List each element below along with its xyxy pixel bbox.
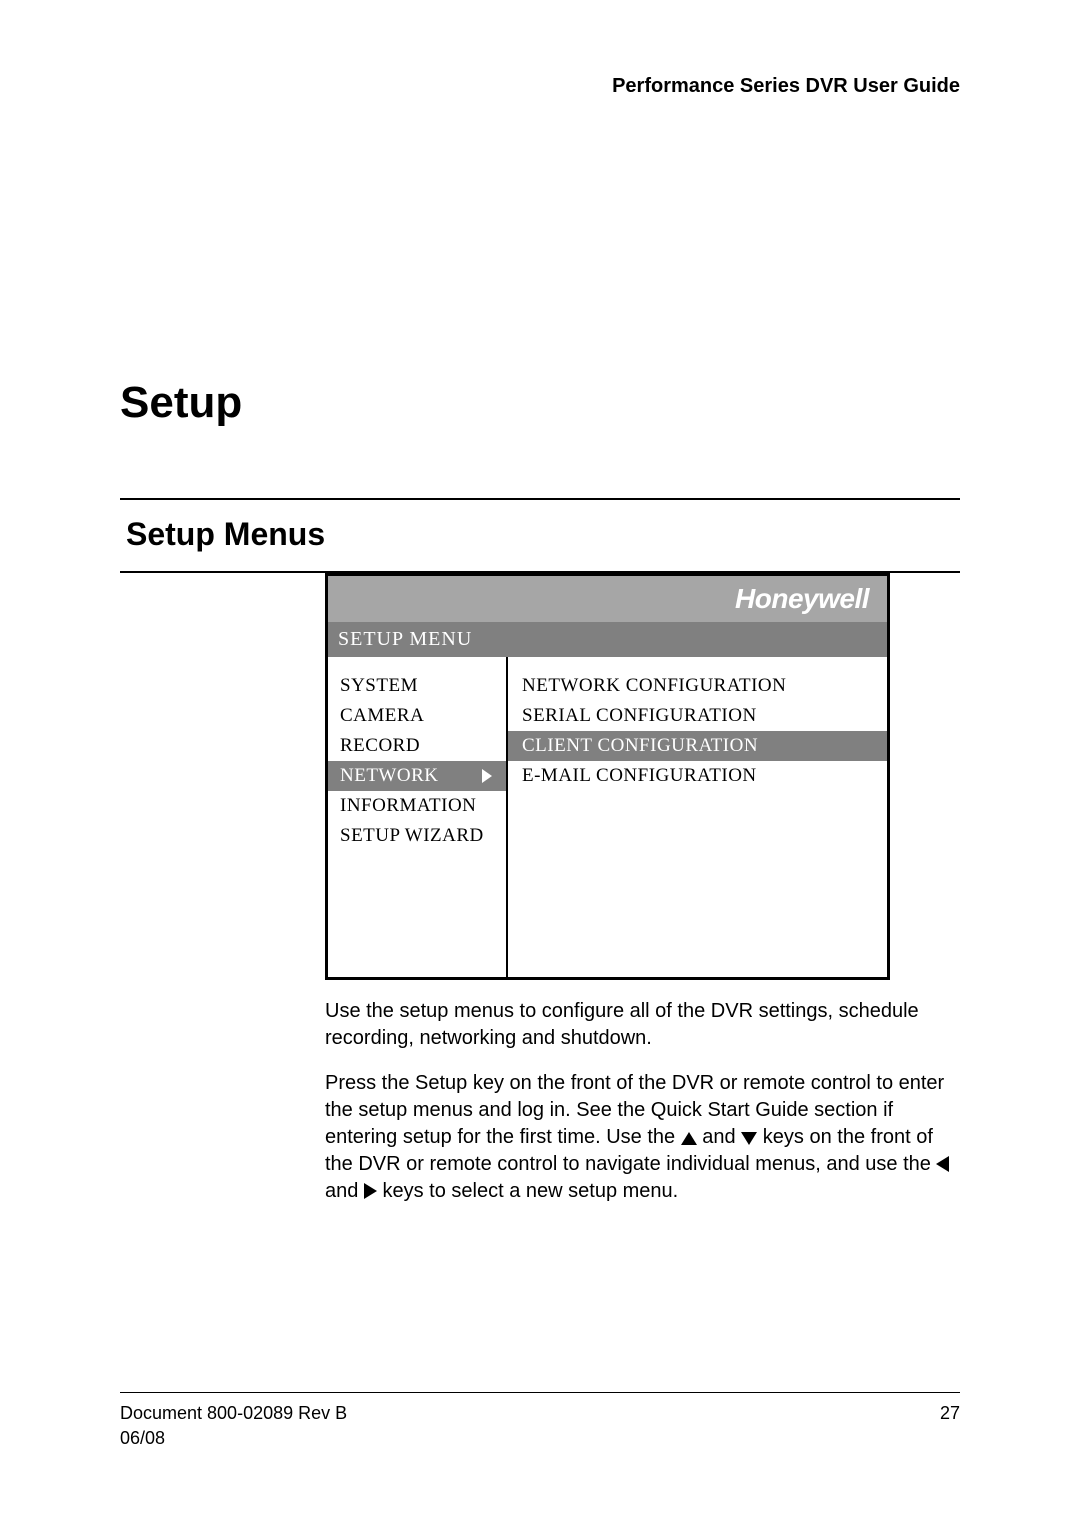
menu-right-column: NETWORK CONFIGURATION SERIAL CONFIGURATI… xyxy=(508,657,887,977)
submenu-label: E-MAIL CONFIGURATION xyxy=(522,765,757,786)
menu-item-information[interactable]: INFORMATION xyxy=(328,791,506,821)
down-arrow-icon xyxy=(741,1132,757,1145)
section-title: Setup Menus xyxy=(126,516,960,553)
footer-rule xyxy=(120,1392,960,1393)
menu-title: SETUP MENU xyxy=(328,622,887,657)
page-footer: Document 800-02089 Rev B 27 06/08 xyxy=(120,1392,960,1449)
submenu-email-config[interactable]: E-MAIL CONFIGURATION xyxy=(508,761,887,791)
text-fragment: keys to select a new setup menu. xyxy=(383,1180,679,1202)
menu-item-label: SETUP WIZARD xyxy=(340,825,484,847)
menu-item-label: INFORMATION xyxy=(340,795,476,817)
brand-logo: Honeywell xyxy=(735,583,869,615)
left-arrow-icon xyxy=(936,1156,949,1172)
menu-item-system[interactable]: SYSTEM xyxy=(328,671,506,701)
up-arrow-icon xyxy=(681,1132,697,1145)
footer-date: 06/08 xyxy=(120,1428,960,1449)
menu-item-record[interactable]: RECORD xyxy=(328,731,506,761)
menu-item-network[interactable]: NETWORK xyxy=(328,761,506,791)
footer-page-number: 27 xyxy=(940,1403,960,1424)
menu-item-setup-wizard[interactable]: SETUP WIZARD xyxy=(328,821,506,851)
page-title: Setup xyxy=(120,378,960,428)
footer-doc-id: Document 800-02089 Rev B xyxy=(120,1403,347,1424)
menu-item-label: CAMERA xyxy=(340,705,424,727)
menu-item-label: RECORD xyxy=(340,735,420,757)
submenu-client-config[interactable]: CLIENT CONFIGURATION xyxy=(508,731,887,761)
text-fragment: and xyxy=(702,1126,741,1148)
setup-menu-screenshot: Honeywell SETUP MENU SYSTEM CAMERA RECOR… xyxy=(325,573,890,980)
submenu-network-config[interactable]: NETWORK CONFIGURATION xyxy=(508,671,887,701)
menu-item-label: NETWORK xyxy=(340,765,438,787)
chevron-right-icon xyxy=(482,769,492,783)
submenu-label: CLIENT CONFIGURATION xyxy=(522,735,758,756)
menu-brand-bar: Honeywell xyxy=(328,576,887,622)
paragraph-intro: Use the setup menus to configure all of … xyxy=(325,998,960,1052)
menu-left-column: SYSTEM CAMERA RECORD NETWORK INFORMATION… xyxy=(328,657,508,977)
right-arrow-icon xyxy=(364,1183,377,1199)
submenu-label: SERIAL CONFIGURATION xyxy=(522,705,757,726)
running-header: Performance Series DVR User Guide xyxy=(120,75,960,98)
submenu-serial-config[interactable]: SERIAL CONFIGURATION xyxy=(508,701,887,731)
rule-top xyxy=(120,498,960,500)
text-fragment: and xyxy=(325,1180,364,1202)
submenu-label: NETWORK CONFIGURATION xyxy=(522,675,786,696)
paragraph-instructions: Press the Setup key on the front of the … xyxy=(325,1070,960,1205)
menu-item-camera[interactable]: CAMERA xyxy=(328,701,506,731)
menu-item-label: SYSTEM xyxy=(340,675,418,697)
